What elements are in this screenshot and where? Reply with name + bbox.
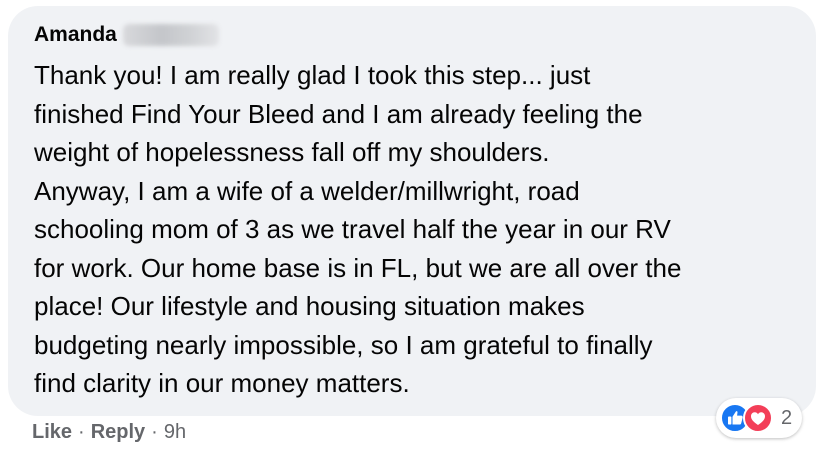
reactions-summary[interactable]: 2 [716, 398, 803, 438]
comment-bubble: Amanda Thank you! I am really glad I too… [8, 6, 816, 416]
separator-dot: · [78, 421, 85, 443]
reply-link[interactable]: Reply [91, 421, 145, 444]
separator-dot: · [151, 421, 158, 443]
love-icon [743, 403, 773, 433]
blurred-surname [122, 24, 219, 46]
author-row: Amanda [34, 20, 792, 50]
reaction-count: 2 [781, 406, 793, 429]
like-link[interactable]: Like [32, 421, 72, 444]
comment-text: Thank you! I am really glad I took this … [34, 60, 682, 398]
timestamp[interactable]: 9h [164, 421, 186, 444]
comment-actions: Like · Reply · 9h [32, 421, 186, 444]
author-name[interactable]: Amanda [34, 23, 117, 47]
